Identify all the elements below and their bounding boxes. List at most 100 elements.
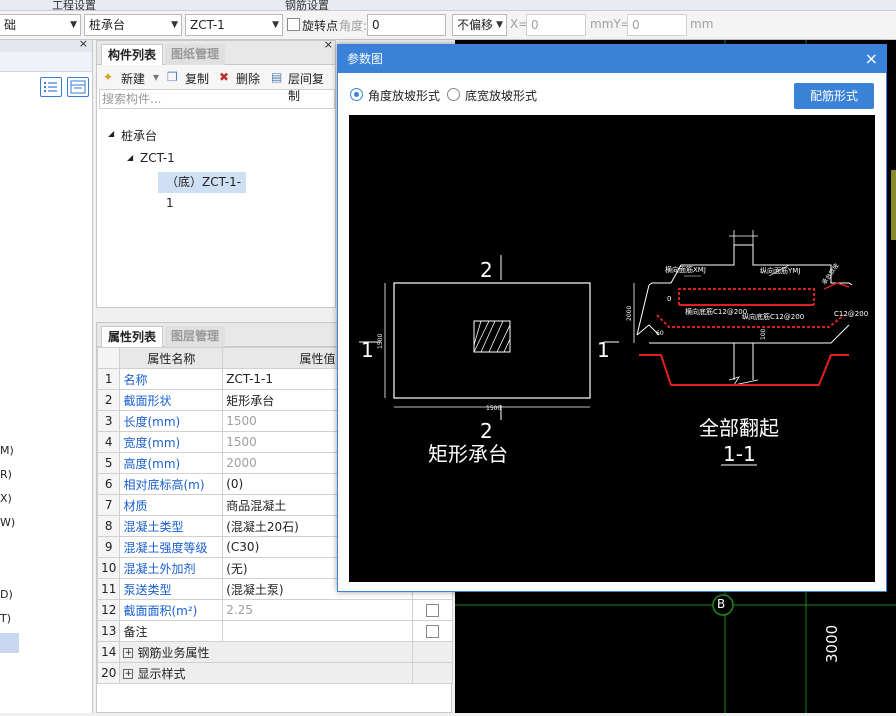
component-toolbar: ✦ 新建 ▾ ❐ 复制 ✖ 删除 ▤ 层间复制 (97, 65, 335, 103)
property-name: 长度(mm) (119, 410, 224, 432)
x-input[interactable]: 0 (526, 14, 586, 36)
property-toolbar: 础 ▼ 桩承台 ▼ ZCT-1 ▼ 旋转点 角度: 0 不偏移 ▼ X= 0 mmY= … (0, 11, 896, 40)
row-checkbox-cell (411, 599, 454, 621)
property-checkbox[interactable] (425, 625, 439, 638)
table-row[interactable]: 12 截面面积(m²) 2.25 (96, 599, 454, 621)
row-number: 3 (96, 410, 121, 432)
property-value[interactable] (222, 620, 413, 642)
delete-button[interactable]: 删除 (236, 70, 260, 87)
row-number: 2 (96, 389, 121, 411)
dialog-title: 参数图 (347, 52, 384, 66)
property-name: 高度(mm) (119, 452, 224, 474)
floor-combo[interactable]: 础 ▼ (0, 14, 81, 36)
table-row-group[interactable]: 20 + 显示样式 (96, 662, 454, 684)
nav-item-selected[interactable] (0, 633, 19, 653)
rebar-config-button[interactable]: 配筋形式 (794, 83, 874, 109)
top-horizontal-rebar-label: 横向面筋XMJ (665, 265, 706, 274)
close-icon[interactable]: × (865, 45, 878, 72)
tab-property-list[interactable]: 属性列表 (101, 326, 164, 347)
component-combo[interactable]: ZCT-1 ▼ (185, 14, 283, 36)
nav-item[interactable]: X) (0, 492, 12, 505)
property-checkbox[interactable] (425, 604, 439, 617)
radio-angle-slope[interactable] (350, 88, 363, 101)
nav-item[interactable]: T) (0, 612, 11, 625)
y-value: 0 (632, 18, 640, 32)
chevron-down-icon: ▼ (496, 20, 503, 30)
property-name: 截面形状 (119, 389, 224, 411)
plan-section-mark-top: 2 (480, 258, 493, 282)
property-name: 混凝土强度等级 (119, 536, 224, 558)
row-checkbox-cell (411, 620, 454, 642)
radio-width-slope[interactable] (447, 88, 460, 101)
tab-layer-management[interactable]: 图层管理 (165, 326, 226, 347)
row-number: 9 (96, 536, 121, 558)
nav-item[interactable]: M) (0, 444, 14, 457)
angle-value: 0 (372, 18, 380, 32)
side-rebar-label: C12@200 (834, 310, 868, 318)
list-view-icon[interactable] (40, 77, 62, 97)
plan-section-mark-bottom: 2 (480, 419, 493, 443)
tab-drawing-management[interactable]: 图纸管理 (165, 44, 226, 65)
component-panel-tabs: 构件列表 图纸管理 × (97, 38, 335, 65)
row-number: 10 (96, 557, 121, 579)
rotate-point-checkbox[interactable] (287, 18, 300, 31)
copy-button[interactable]: 复制 (185, 70, 209, 87)
mm-label: mm (690, 17, 714, 31)
mm-y-label: mmY= (590, 17, 631, 31)
x-value: 0 (531, 18, 539, 32)
category-combo[interactable]: 桩承台 ▼ (84, 14, 182, 36)
zero-label: 0 (667, 295, 671, 303)
y-input[interactable]: 0 (627, 14, 687, 36)
property-value[interactable]: 2.25 (222, 599, 413, 621)
table-row[interactable]: 13 备注 (96, 620, 454, 642)
component-combo-value: ZCT-1 (190, 18, 225, 32)
category-combo-value: 桩承台 (89, 18, 126, 32)
plan-caption: 矩形承台 (428, 442, 508, 466)
tree-expand-icon[interactable]: ◢ (127, 153, 133, 162)
component-search-input[interactable]: 搜索构件... (99, 89, 335, 109)
axis-label: B (717, 597, 726, 611)
property-name: 泵送类型 (119, 578, 224, 600)
nav-item[interactable]: D) (0, 588, 13, 601)
new-button[interactable]: 新建 (121, 70, 145, 87)
dialog-title-bar: 参数图 (338, 45, 886, 73)
expand-icon[interactable]: + (123, 669, 134, 679)
property-name: 混凝土外加剂 (119, 557, 224, 579)
nav-item[interactable]: R) (0, 468, 12, 481)
dimension-label: 3000 (823, 624, 841, 663)
property-name: 备注 (119, 620, 224, 642)
tree-expand-icon[interactable]: ◢ (108, 129, 114, 138)
property-group-name: 显示样式 (137, 666, 186, 681)
row-number: 4 (96, 431, 121, 453)
row-number: 13 (96, 620, 121, 642)
num-header (96, 347, 121, 369)
pile-cap-parameter-drawing: 2 2 1 1 1500 1500 矩形承台 横向面筋XMJ 纵向面筋YMJ 横… (349, 115, 875, 582)
chevron-down-icon: ▼ (70, 20, 77, 30)
pile-embed-dim: 100 (760, 328, 767, 340)
tree-root[interactable]: 桩承台 (121, 127, 157, 144)
dropdown-arrow-icon[interactable]: ▾ (153, 70, 159, 84)
row-extra (411, 641, 454, 663)
table-row-group[interactable]: 14 + 钢筋业务属性 (96, 641, 454, 663)
row-number: 5 (96, 452, 121, 474)
offset-select[interactable]: 不偏移 ▼ (452, 14, 507, 36)
nav-item[interactable]: W) (0, 516, 15, 529)
tree-leaf-selected[interactable]: （底）ZCT-1-1 (158, 172, 246, 210)
angle-input[interactable]: 0 (367, 14, 446, 36)
close-icon[interactable]: × (79, 37, 88, 50)
close-icon[interactable]: × (324, 38, 333, 51)
plan-width-dim: 1500 (486, 405, 501, 412)
section-id: 1-1 (723, 442, 756, 466)
property-group-name: 钢筋业务属性 (137, 645, 210, 660)
tree-child[interactable]: ZCT-1 (140, 151, 175, 165)
row-number: 6 (96, 473, 121, 495)
expand-icon[interactable]: + (123, 648, 134, 658)
property-name: 宽度(mm) (119, 431, 224, 453)
offset-value: 不偏移 (457, 18, 494, 32)
bottom-horizontal-rebar-label: 横向底筋C12@200 (685, 307, 747, 316)
detail-view-icon[interactable] (67, 77, 89, 97)
tab-component-list[interactable]: 构件列表 (101, 44, 164, 65)
angle-label: 角度: (339, 19, 368, 33)
bottom-vertical-rebar-label: 纵向底筋C12@200 (742, 312, 804, 321)
chevron-down-icon: ▼ (272, 20, 279, 30)
